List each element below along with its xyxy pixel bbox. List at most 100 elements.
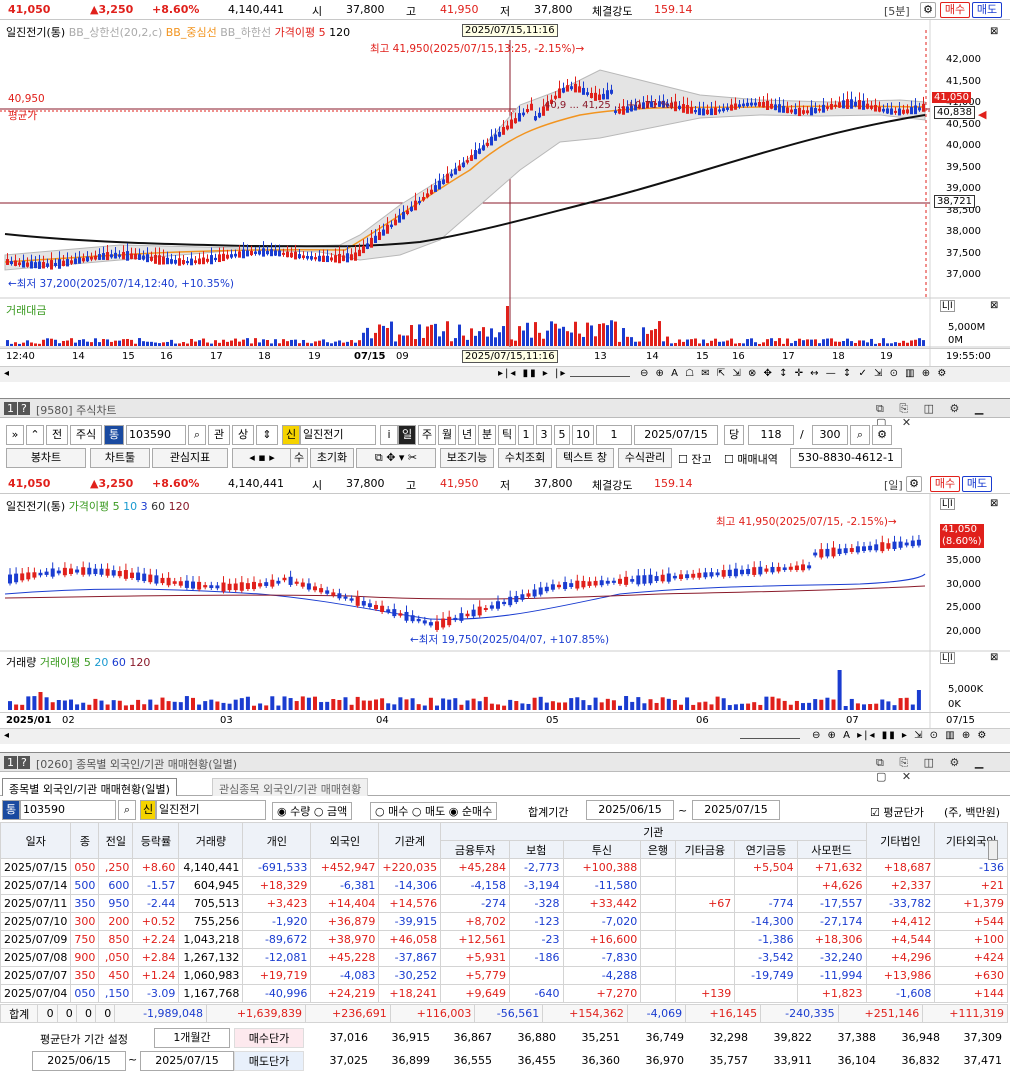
chart2-close-icon[interactable]: ⊠ [990, 498, 998, 509]
avg-to-input[interactable]: 2025/07/15 [140, 1051, 234, 1071]
chart1-scrollbar[interactable]: ◂ ▸|◂ ▮▮ ▸ |▸ ⊖ ⊕ A ☖ ✉ ⇱ ⇲ ⊗ ✥ ↕ ✛ ↔ — … [0, 366, 1010, 382]
account-select[interactable]: 530-8830-4612-1 [790, 448, 902, 468]
avg-price-checkbox[interactable]: ☑ 평균단가 [870, 804, 924, 820]
daily-volume-bar [26, 696, 31, 710]
zoom-icon[interactable]: ⌕ [850, 425, 870, 445]
total-input[interactable]: 300 [812, 425, 848, 445]
period-1[interactable]: 주 [418, 425, 436, 445]
radio-buy[interactable]: ○ 매수 [375, 805, 408, 818]
stock-name-field[interactable]: 일진전기 [300, 425, 376, 445]
chart2-scrollbar[interactable]: ◂ ⊖ ⊕ A ▸|◂ ▮▮ ▸ ⇲ ⊙ ▥ ⊕ ⚙ [0, 728, 1010, 744]
text-window-button[interactable]: 텍스트 창 [556, 448, 614, 468]
period-5[interactable]: 틱 [498, 425, 516, 445]
date-input[interactable]: 2025/07/15 [634, 425, 718, 445]
table-row[interactable]: 2025/07/14 500 600 -1.57 604,945 +18,329 -6,38… [0, 876, 1008, 895]
period-2[interactable]: 월 [438, 425, 456, 445]
jango-checkbox[interactable]: ☐ 잔고 [678, 451, 712, 467]
vol-panel-menu-icon[interactable]: L|I [940, 300, 955, 312]
chart2-sell-button[interactable]: 매도 [962, 476, 992, 492]
period-0[interactable]: 일 [398, 425, 416, 445]
chart-tool-icons[interactable]: ⊖ ⊕ A ☖ ✉ ⇱ ⇲ ⊗ ✥ ↕ ✛ ↔ — ↕ ✓ ⇲ ⊙ ▥ ⊕ ⚙ [640, 368, 948, 379]
count-box[interactable]: 1 [596, 425, 632, 445]
radio-amount[interactable]: ○ 금액 [314, 805, 347, 818]
table-row[interactable]: 2025/07/10 300 200 +0.52 755,256 -1,920 +36,87… [0, 912, 1008, 931]
w3-code-input[interactable]: 103590 [20, 800, 116, 820]
chart2-vol-close-icon[interactable]: ⊠ [990, 652, 998, 663]
tab-watchlist-investor[interactable]: 관심종목 외국인/기관 매매현황 [212, 778, 369, 796]
w3-stock-name[interactable]: 일진전기 [156, 800, 266, 820]
daily-chart[interactable]: 일진전기(통) 가격이평 5 10 3 60 120 최고 41,950(202… [0, 494, 1010, 730]
chart2-scroll-left-icon[interactable]: ◂ [4, 730, 9, 741]
expand-icon[interactable]: » [6, 425, 24, 445]
settings2-icon[interactable]: ⚙ [872, 425, 892, 445]
indicator-button[interactable]: 관심지표 [152, 448, 228, 468]
reset-button[interactable]: 초기화 [310, 448, 354, 468]
avg-period-select[interactable]: 1개월간 [154, 1028, 230, 1048]
window3-help-icon[interactable]: ? [18, 756, 30, 769]
tab-stock-investor[interactable]: 종목별 외국인/기관 매매현황(일별) [2, 778, 177, 796]
period-from-input[interactable]: 2025/06/15 [586, 800, 674, 820]
radio-sell[interactable]: ○ 매도 [412, 805, 445, 818]
zoom-slider[interactable] [570, 368, 630, 377]
stock-button[interactable]: 주식 [70, 425, 102, 445]
settings-icon[interactable]: ⚙ [920, 2, 936, 18]
sell-button[interactable]: 매도 [972, 2, 1002, 18]
vol-panel-close-icon[interactable]: ⊠ [990, 300, 998, 311]
formula-button[interactable]: 수식관리 [618, 448, 672, 468]
chart2-settings-icon[interactable]: ⚙ [906, 476, 922, 492]
interval-label[interactable]: [5분] [884, 3, 910, 19]
period-3[interactable]: 년 [458, 425, 476, 445]
info-button[interactable]: i [380, 425, 398, 445]
tong-button[interactable]: 통 [104, 425, 124, 445]
stepper-icon[interactable]: ⇕ [256, 425, 278, 445]
up-icon[interactable]: ⌃ [26, 425, 44, 445]
playback-controls[interactable]: ▸|◂ ▮▮ ▸ |▸ [498, 368, 567, 379]
help-icon[interactable]: ? [18, 402, 30, 415]
aux-button[interactable]: 보조기능 [440, 448, 494, 468]
avg-from-input[interactable]: 2025/06/15 [32, 1051, 126, 1071]
chart2-menu-icon[interactable]: L|I [940, 498, 955, 510]
period-8[interactable]: 5 [554, 425, 570, 445]
chart1-collapse-arrow[interactable]: ◀ [978, 108, 986, 121]
bongchart-button[interactable]: 봉차트 [6, 448, 86, 468]
buy-button[interactable]: 매수 [940, 2, 970, 18]
charttool-button[interactable]: 차트툴 [90, 448, 150, 468]
period-to-input[interactable]: 2025/07/15 [692, 800, 780, 820]
w3-search-icon[interactable]: ⌕ [118, 800, 136, 820]
chart2-vol-menu-icon[interactable]: L|I [940, 652, 955, 664]
drawing-tools[interactable]: ⧉ ✥ ▾ ✂ [356, 448, 436, 468]
dang-button[interactable]: 당 [724, 425, 744, 445]
su-button[interactable]: 수 [290, 448, 308, 468]
radio-net-buy[interactable]: ◉ 순매수 [449, 805, 492, 818]
period-6[interactable]: 1 [518, 425, 534, 445]
chart1-close-icon[interactable]: ⊠ [990, 26, 998, 37]
nav-icons[interactable]: ◂ ▪ ▸ [232, 448, 292, 468]
table-scrollbar-thumb[interactable] [988, 840, 998, 860]
chart2-interval[interactable]: [일] [884, 477, 903, 493]
period-4[interactable]: 분 [478, 425, 496, 445]
trades-checkbox[interactable]: ☐ 매매내역 [724, 451, 778, 467]
chart2-buy-button[interactable]: 매수 [930, 476, 960, 492]
table-row[interactable]: 2025/07/11 350 950 -2.44 705,513 +3,423 +14,40… [0, 894, 1008, 913]
period-9[interactable]: 10 [572, 425, 594, 445]
table-row[interactable]: 2025/07/09 750 850 +2.24 1,043,218 -89,672 +38… [0, 930, 1008, 949]
period-7[interactable]: 3 [536, 425, 552, 445]
code-input[interactable]: 103590 [126, 425, 186, 445]
numeric-button[interactable]: 수치조회 [498, 448, 552, 468]
prev-button[interactable]: 전 [46, 425, 68, 445]
candle-body [502, 126, 505, 135]
radio-quantity[interactable]: ◉ 수량 [277, 805, 310, 818]
w3-tong-button[interactable]: 통 [2, 800, 20, 820]
search-icon[interactable]: ⌕ [188, 425, 206, 445]
table-row[interactable]: 2025/07/15 050,250 +8.60 4,140,441 -691,533 +… [0, 858, 1008, 877]
table-row[interactable]: 2025/07/04 050,150 -3.09 1,167,768 -40,996 +2… [0, 984, 1008, 1003]
scroll-left-icon[interactable]: ◂ [4, 368, 9, 379]
table-row[interactable]: 2025/07/08 900,050 +2.84 1,267,132 -12,081 +4… [0, 948, 1008, 967]
bars-input[interactable]: 118 [748, 425, 794, 445]
intraday-chart[interactable]: 일진전기(통) BB_상한선(20,2,c) BB_중심선 BB_하한선 가격이… [0, 20, 1010, 370]
sang-button[interactable]: 상 [232, 425, 254, 445]
chart2-tool-icons[interactable]: ⊖ ⊕ A ▸|◂ ▮▮ ▸ ⇲ ⊙ ▥ ⊕ ⚙ [812, 730, 988, 741]
chart2-zoom-slider[interactable] [740, 730, 800, 739]
gwan-button[interactable]: 관 [208, 425, 230, 445]
table-row[interactable]: 2025/07/07 350 450 +1.24 1,060,983 +19,719 -4,… [0, 966, 1008, 985]
